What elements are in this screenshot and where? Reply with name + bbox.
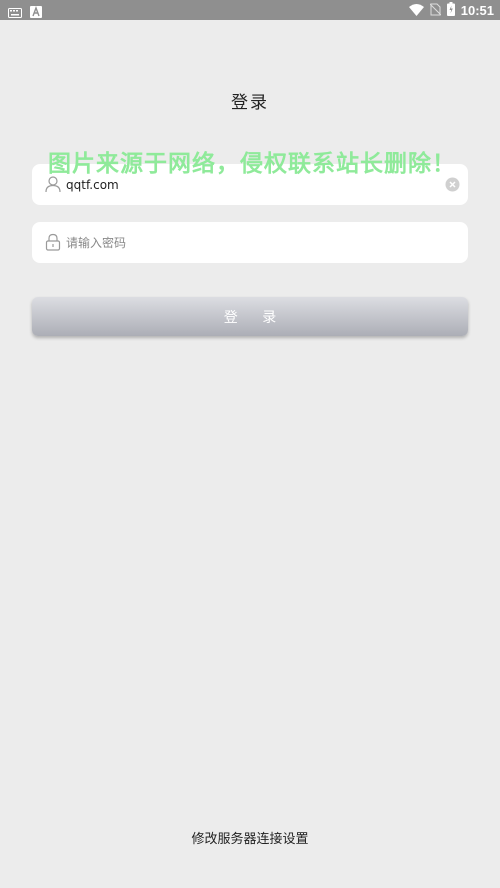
battery-icon (446, 1, 455, 20)
server-settings-link[interactable]: 修改服务器连接设置 (0, 828, 500, 847)
login-button[interactable]: 登 录 (32, 297, 468, 336)
lock-icon (44, 233, 62, 251)
clock-time: 10:51 (460, 2, 494, 18)
password-input[interactable] (66, 222, 436, 263)
status-bar: 10:51 (0, 0, 500, 20)
wifi-icon (408, 1, 424, 20)
password-field[interactable] (32, 222, 468, 263)
watermark-text: 图片来源于网络，侵权联系站长删除！ (48, 151, 456, 177)
keyboard-icon (8, 3, 22, 22)
clear-input-icon[interactable] (445, 177, 460, 192)
text-a-icon (30, 3, 42, 22)
page-title: 登录 (231, 93, 269, 113)
no-sim-icon (429, 1, 442, 20)
